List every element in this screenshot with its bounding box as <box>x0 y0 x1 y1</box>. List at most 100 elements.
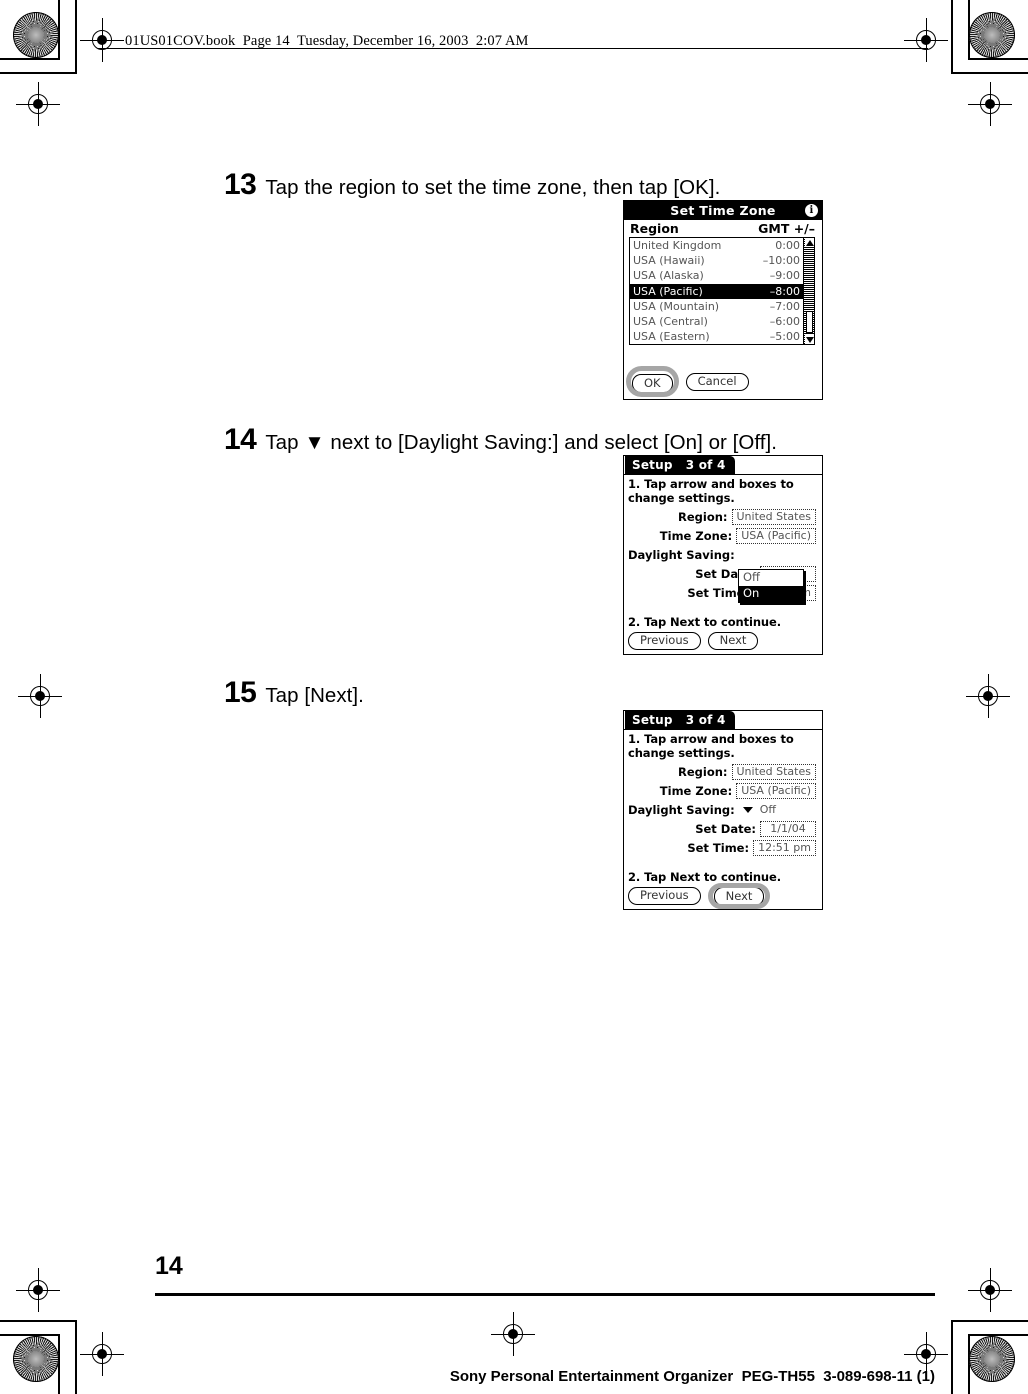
setup-body-1: 1. Tap arrow and boxes to change setting… <box>624 475 822 653</box>
step-13-text: Tap the region to set the time zone, the… <box>265 176 721 199</box>
ok-button[interactable]: OK <box>632 374 673 393</box>
crop-mark-top-left-inner-v <box>75 0 77 74</box>
time-zone-row-gmt: –9:00 <box>769 269 800 283</box>
daylight-saving-option[interactable]: On <box>739 586 803 602</box>
crop-mark-bottom-left-inner <box>0 1320 76 1322</box>
time-zone-row-gmt: –7:00 <box>769 299 800 313</box>
step-14-text: Tap ▼ next to [Daylight Saving:] and sel… <box>265 431 778 454</box>
scroll-down-arrow-icon[interactable] <box>805 335 814 344</box>
time-zone-row[interactable]: USA (Alaska) –9:00 <box>630 268 803 283</box>
color-starburst-bottom-left <box>13 1336 59 1382</box>
daylight-saving-label-2: Daylight Saving: <box>628 802 735 817</box>
step-15-number: 15 <box>224 676 257 709</box>
crop-mark-top-right-inner <box>952 72 1028 74</box>
scroll-up-arrow-icon[interactable] <box>805 238 814 247</box>
ok-button-highlight: OK <box>626 366 679 397</box>
registration-mark-middle-right <box>966 674 1010 718</box>
daylight-saving-dropdown-arrow-icon[interactable] <box>742 806 753 813</box>
daylight-saving-field-1: Daylight Saving: <box>628 547 816 562</box>
time-zone-row-region: United Kingdom <box>633 239 722 253</box>
time-zone-row-gmt: –8:00 <box>769 284 800 298</box>
color-starburst-bottom-right <box>969 1336 1015 1382</box>
set-time-zone-title: Set Time Zone <box>670 203 776 218</box>
crop-mark-bottom-right-outer <box>968 1334 1028 1336</box>
color-starburst-top-right <box>969 12 1015 58</box>
time-zone-scrollbar[interactable] <box>803 238 814 344</box>
cancel-button[interactable]: Cancel <box>685 372 749 391</box>
time-zone-row-region: USA (Pacific) <box>633 284 703 298</box>
registration-mark-top-left-lower <box>16 82 60 126</box>
time-zone-row-region: USA (Central) <box>633 315 708 329</box>
daylight-saving-value-2[interactable]: Off <box>757 802 781 817</box>
time-zone-value-1[interactable]: USA (Pacific) <box>736 527 816 544</box>
time-zone-row-gmt: –6:00 <box>769 315 800 329</box>
crop-mark-bottom-left-inner-v <box>75 1320 77 1394</box>
setup-instruction-bottom-2: 2. Tap Next to continue. <box>628 870 781 884</box>
next-button-2[interactable]: Next <box>713 887 765 906</box>
daylight-saving-field-2: Daylight Saving: Off <box>628 802 816 817</box>
set-date-label-2: Set Date: <box>695 821 756 836</box>
crop-mark-top-right-outer <box>968 58 1028 60</box>
set-date-value-2[interactable]: 1/1/04 <box>760 820 816 837</box>
setup-screen-dropdown-open: Setup 3 of 4 1. Tap arrow and boxes to c… <box>623 455 823 655</box>
time-zone-rows: United Kingdom 0:00 USA (Hawaii) –10:00 USA … <box>630 238 803 344</box>
time-zone-value-2[interactable]: USA (Pacific) <box>736 782 816 799</box>
time-zone-row[interactable]: USA (Eastern) –5:00 <box>630 329 803 344</box>
footer-rule <box>155 1293 935 1296</box>
registration-mark-middle-left <box>18 674 62 718</box>
time-zone-button-row: OK Cancel <box>626 366 749 397</box>
previous-button-2[interactable]: Previous <box>628 887 701 905</box>
registration-mark-bottom-right <box>904 1332 948 1376</box>
step-13: 13 Tap the region to set the time zone, … <box>224 168 720 202</box>
setup-tab-row-2: Setup 3 of 4 <box>624 711 822 730</box>
set-time-value-2[interactable]: 12:51 pm <box>753 839 816 856</box>
next-button-1[interactable]: Next <box>707 632 759 650</box>
scroll-thumb[interactable] <box>805 311 813 333</box>
region-value-2[interactable]: United States <box>731 763 816 780</box>
time-zone-row[interactable]: USA (Pacific) –8:00 <box>630 283 803 299</box>
time-zone-label-1: Time Zone: <box>659 528 733 543</box>
color-starburst-top-left <box>13 12 59 58</box>
time-zone-field-2: Time Zone: USA (Pacific) <box>628 782 816 799</box>
next-button-highlight: Next <box>707 883 771 909</box>
time-zone-row[interactable]: USA (Central) –6:00 <box>630 314 803 329</box>
region-value-1[interactable]: United States <box>731 508 816 525</box>
time-zone-field-1: Time Zone: USA (Pacific) <box>628 527 816 544</box>
time-zone-row[interactable]: USA (Hawaii) –10:00 <box>630 253 803 268</box>
column-header-gmt: GMT +/– <box>758 221 815 236</box>
setup-screen-next-highlighted: Setup 3 of 4 1. Tap arrow and boxes to c… <box>623 710 823 910</box>
time-zone-column-headers: Region GMT +/– <box>624 220 822 237</box>
daylight-saving-option[interactable]: Off <box>739 570 803 586</box>
crop-mark-bottom-right-inner-v <box>951 1320 953 1394</box>
time-zone-row-gmt: –10:00 <box>762 254 800 268</box>
time-zone-row[interactable]: United Kingdom 0:00 <box>630 238 803 253</box>
time-zone-row-region: USA (Eastern) <box>633 330 710 344</box>
set-time-zone-titlebar: Set Time Zone i <box>624 201 822 220</box>
set-time-zone-screen: Set Time Zone i Region GMT +/– United Ki… <box>623 200 823 400</box>
setup-tab-1[interactable]: Setup 3 of 4 <box>625 456 735 474</box>
time-zone-row-region: USA (Alaska) <box>633 269 704 283</box>
footer-text: Sony Personal Entertainment Organizer PE… <box>449 1368 935 1385</box>
crop-mark-top-left-inner <box>0 72 76 74</box>
time-zone-row-gmt: –5:00 <box>769 330 800 344</box>
setup-instruction-top-2: 1. Tap arrow and boxes to change setting… <box>628 732 794 760</box>
region-label-2: Region: <box>677 764 728 779</box>
registration-mark-top-right-lower <box>968 82 1012 126</box>
daylight-saving-dropdown-open[interactable]: Off On <box>738 569 804 603</box>
setup-body-2: 1. Tap arrow and boxes to change setting… <box>624 730 822 909</box>
header-rule <box>98 48 928 50</box>
step-14: 14 Tap ▼ next to [Daylight Saving:] and … <box>224 423 777 457</box>
info-icon[interactable]: i <box>805 204 818 217</box>
registration-mark-bottom-left-upper <box>16 1268 60 1312</box>
registration-mark-top-right <box>904 18 948 62</box>
step-15-text: Tap [Next]. <box>265 684 364 707</box>
previous-button-1[interactable]: Previous <box>628 632 701 650</box>
set-time-label-2: Set Time: <box>687 840 750 855</box>
registration-mark-bottom-right-upper <box>968 1268 1012 1312</box>
page-number: 14 <box>155 1252 183 1280</box>
daylight-saving-label-1: Daylight Saving: <box>628 547 735 562</box>
time-zone-row[interactable]: USA (Mountain) –7:00 <box>630 299 803 314</box>
time-zone-listbox[interactable]: United Kingdom 0:00 USA (Hawaii) –10:00 USA … <box>629 237 815 345</box>
setup-tab-2[interactable]: Setup 3 of 4 <box>625 711 735 729</box>
set-time-field-2: Set Time: 12:51 pm <box>628 839 816 856</box>
